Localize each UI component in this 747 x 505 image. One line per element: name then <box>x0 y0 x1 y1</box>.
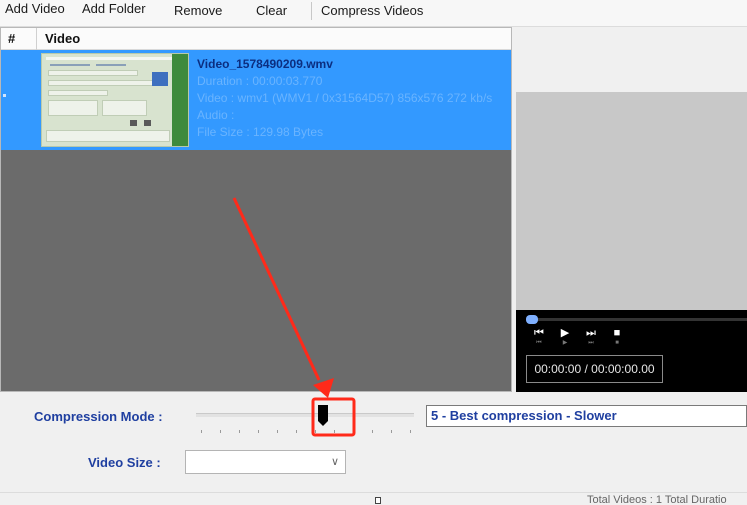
slider-tick <box>201 430 202 433</box>
slider-tick <box>315 430 316 433</box>
skip-forward-icon[interactable]: ⏭ ⏭ <box>582 326 600 346</box>
seek-bar[interactable] <box>526 315 747 324</box>
video-preview <box>516 92 747 310</box>
compression-mode-value: 5 - Best compression - Slower <box>426 405 747 427</box>
add-folder-button[interactable]: Add Folder <box>82 0 146 18</box>
slider-tick <box>410 430 411 433</box>
slider-tick <box>372 430 373 433</box>
column-header-index[interactable]: # <box>8 31 15 46</box>
slider-tick <box>353 430 354 433</box>
table-row[interactable]: Video_1578490209.wmv Duration : 00:00:03… <box>1 50 511 150</box>
video-audio: Audio : <box>197 108 235 122</box>
slider-tick <box>258 430 259 433</box>
slider-tick <box>239 430 240 433</box>
video-duration: Duration : 00:00:03.770 <box>197 74 323 88</box>
compression-slider-thumb[interactable] <box>318 405 328 427</box>
status-bar: Total Videos : 1 Total Duratio <box>0 492 747 505</box>
play-icon[interactable]: ▶ ▶ <box>556 326 574 346</box>
compression-slider-track[interactable] <box>196 413 414 417</box>
slider-tick <box>220 430 221 433</box>
column-header-video[interactable]: Video <box>45 31 80 46</box>
video-thumbnail <box>41 53 189 147</box>
list-header: # Video <box>1 28 511 50</box>
column-divider <box>36 28 37 50</box>
row-indicator <box>3 94 6 97</box>
stop-icon[interactable]: ■ ■ <box>608 326 626 346</box>
player-controls: ⏮ ⏮ ▶ ▶ ⏭ ⏭ ■ ■ 00:00:00 / 00:00:00.00 <box>516 310 747 392</box>
toolbar-separator <box>311 2 312 20</box>
video-size-dropdown[interactable]: ∨ <box>185 450 346 474</box>
video-codec: Video : wmv1 (WMV1 / 0x31564D57) 856x576… <box>197 91 493 105</box>
chevron-down-icon[interactable]: ∨ <box>331 455 339 468</box>
toolbar: Add Video Add Folder Remove Clear Compre… <box>0 0 747 27</box>
slider-tick <box>391 430 392 433</box>
skip-back-icon[interactable]: ⏮ ⏮ <box>530 326 548 346</box>
slider-tick <box>334 430 335 433</box>
add-video-button[interactable]: Add Video <box>5 0 65 18</box>
video-size-label: Video Size : <box>88 455 161 470</box>
video-list[interactable]: # Video Video_1578490209.wmv Duration : … <box>0 27 512 392</box>
slider-tick <box>277 430 278 433</box>
time-display: 00:00:00 / 00:00:00.00 <box>526 355 663 383</box>
video-file-size: File Size : 129.98 Bytes <box>197 125 324 139</box>
status-text: Total Videos : 1 Total Duratio <box>587 494 727 505</box>
video-title: Video_1578490209.wmv <box>197 57 333 71</box>
resize-grip-icon[interactable] <box>375 497 381 504</box>
compress-videos-button[interactable]: Compress Videos <box>321 2 423 20</box>
slider-tick <box>296 430 297 433</box>
remove-button[interactable]: Remove <box>174 2 222 20</box>
clear-button[interactable]: Clear <box>256 2 287 20</box>
compression-mode-label: Compression Mode : <box>34 409 163 424</box>
seek-knob[interactable] <box>526 315 538 324</box>
